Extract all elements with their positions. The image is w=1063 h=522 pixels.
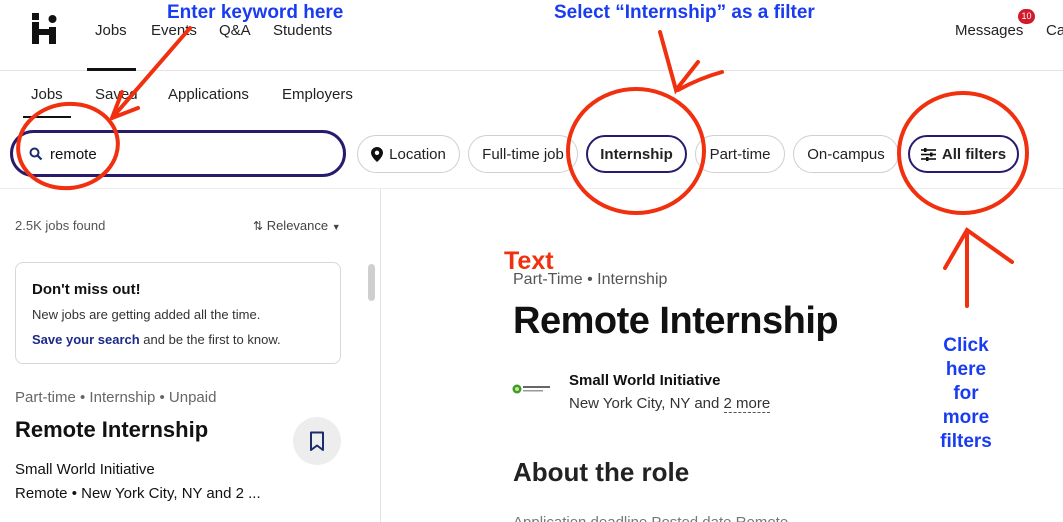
oncampus-filter-label: On-campus	[807, 145, 885, 163]
text-annotation-label: Text	[504, 247, 554, 275]
alert-cta-suffix: and be the first to know.	[139, 332, 281, 347]
internship-filter-label: Internship	[600, 145, 673, 163]
filters-annotation-line: filters	[940, 431, 992, 452]
nav-career-center[interactable]: Ca	[1046, 22, 1063, 39]
detail-location-more-link[interactable]: 2 more	[723, 395, 771, 413]
fulltime-filter-button[interactable]: Full-time job	[468, 135, 578, 173]
filter-bar-divider	[0, 188, 1063, 189]
filters-annotation-line: here	[945, 359, 987, 380]
filters-annotation-line: Click	[943, 335, 989, 356]
search-icon	[29, 147, 43, 161]
about-role-heading: About the role	[513, 457, 690, 487]
employer-logo-icon	[512, 384, 550, 394]
job-card-employer: Small World Initiative	[15, 461, 155, 478]
location-filter-label: Location	[389, 145, 446, 163]
job-search-input[interactable]: remote	[10, 130, 346, 177]
filters-annotation-label: Click here for more filters	[928, 334, 1004, 454]
internship-filter-button[interactable]: Internship	[586, 135, 687, 173]
parttime-filter-button[interactable]: Part-time	[695, 135, 785, 173]
filters-annotation-line: more	[942, 407, 990, 428]
nav-students[interactable]: Students	[273, 22, 332, 39]
subnav-saved[interactable]: Saved	[95, 86, 138, 103]
map-pin-icon	[371, 146, 384, 162]
sort-dropdown[interactable]: ⇅ Relevance ▼	[253, 218, 341, 233]
parttime-filter-label: Part-time	[709, 145, 771, 163]
job-card-location: Remote • New York City, NY and 2 ...	[15, 485, 261, 502]
column-divider	[380, 189, 381, 522]
alert-cta-row: Save your search and be the first to kno…	[32, 332, 281, 347]
nav-jobs[interactable]: Jobs	[95, 22, 127, 39]
all-filters-button[interactable]: All filters	[908, 135, 1019, 173]
alert-body: New jobs are getting added all the time.	[32, 307, 261, 322]
results-count: 2.5K jobs found	[15, 218, 106, 233]
internship-annotation-label: Select “Internship” as a filter	[554, 2, 815, 23]
sliders-icon	[920, 147, 936, 161]
nav-qa[interactable]: Q&A	[219, 22, 251, 39]
nav-active-indicator	[87, 68, 136, 71]
nav-messages[interactable]: Messages	[955, 22, 1023, 39]
subnav-applications[interactable]: Applications	[168, 86, 249, 103]
job-card-meta: Part-time • Internship • Unpaid	[15, 389, 217, 406]
filters-annotation-arrow	[943, 227, 1014, 308]
fulltime-filter-label: Full-time job	[482, 145, 564, 163]
subnav-jobs[interactable]: Jobs	[31, 86, 63, 103]
filters-annotation-line: for	[953, 383, 979, 404]
handshake-logo-icon[interactable]	[32, 13, 62, 45]
job-card-title[interactable]: Remote Internship	[15, 417, 208, 443]
search-value[interactable]: remote	[50, 146, 97, 163]
messages-count-badge: 10	[1018, 9, 1035, 24]
oncampus-filter-button[interactable]: On-campus	[793, 135, 899, 173]
detail-location: New York City, NY and 2 more	[569, 395, 771, 413]
nav-events[interactable]: Events	[151, 22, 197, 39]
location-filter-button[interactable]: Location	[357, 135, 460, 173]
keyword-annotation-label: Enter keyword here	[167, 2, 344, 23]
alert-title: Don't miss out!	[32, 281, 141, 298]
top-navigation: Jobs Events Q&A Students Messages 10 Ca	[0, 0, 1063, 71]
detail-location-text: New York City, NY and	[569, 395, 724, 412]
all-filters-label: All filters	[941, 145, 1007, 163]
save-search-link[interactable]: Save your search	[32, 332, 140, 347]
handshake-jobs-page: Jobs Events Q&A Students Messages 10 Ca …	[0, 0, 1063, 522]
detail-title: Remote Internship	[513, 300, 839, 342]
detail-employer-name[interactable]: Small World Initiative	[569, 372, 720, 389]
detail-info-row: Application deadline Posted date Remote	[513, 514, 788, 522]
subnav-active-indicator	[23, 116, 71, 118]
subnav-employers[interactable]: Employers	[282, 86, 353, 103]
bookmark-icon	[310, 431, 324, 451]
save-search-alert-card: Don't miss out! New jobs are getting add…	[15, 262, 341, 364]
bookmark-button[interactable]	[293, 417, 341, 465]
chevron-down-icon: ▼	[331, 222, 341, 232]
sort-label: Relevance	[266, 218, 329, 233]
results-scrollbar[interactable]	[368, 264, 375, 301]
sort-icon: ⇅	[253, 219, 264, 233]
